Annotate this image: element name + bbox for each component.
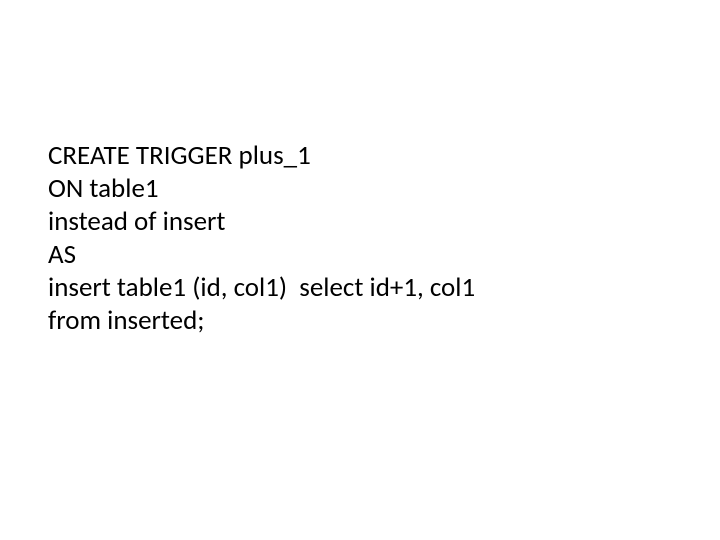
code-line: AS	[48, 239, 672, 272]
code-line: insert table1 (id, col1) select id+1, co…	[48, 272, 672, 305]
code-block: CREATE TRIGGER plus_1 ON table1 instead …	[48, 140, 672, 338]
code-line: CREATE TRIGGER plus_1	[48, 140, 672, 173]
code-line: from inserted;	[48, 305, 672, 338]
slide-container: CREATE TRIGGER plus_1 ON table1 instead …	[0, 0, 720, 540]
code-line: instead of insert	[48, 206, 672, 239]
code-line: ON table1	[48, 173, 672, 206]
